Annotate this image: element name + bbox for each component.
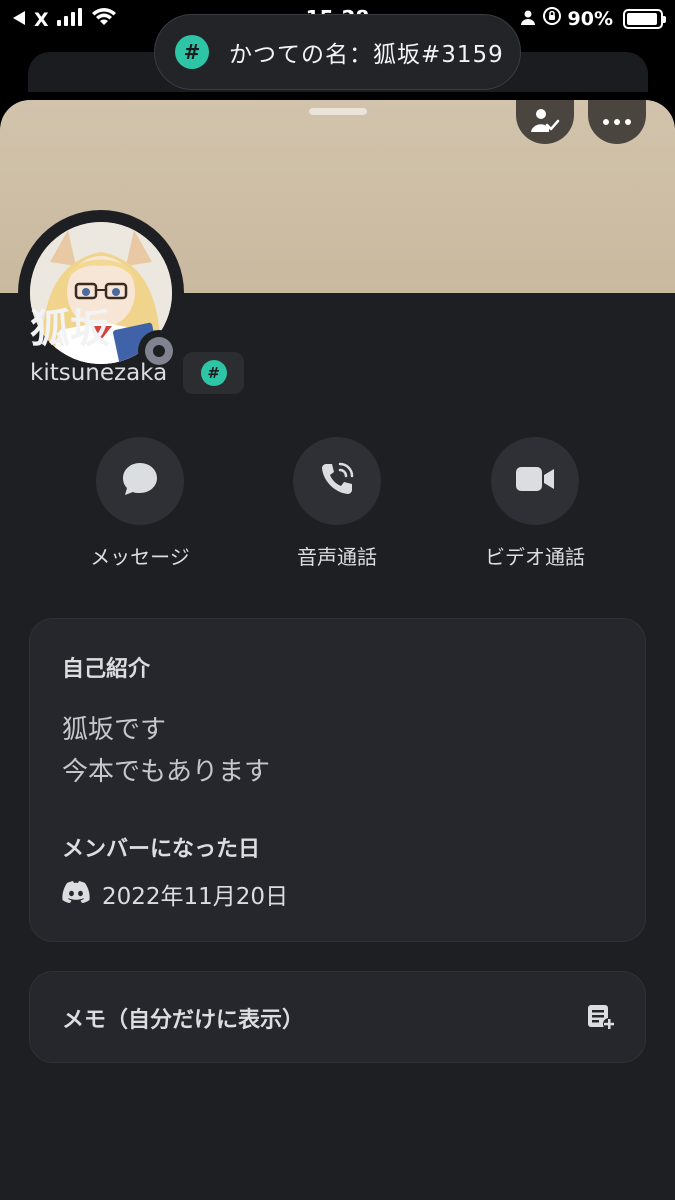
- video-camera-icon: [514, 464, 556, 498]
- legacy-tag-badge[interactable]: #: [183, 352, 245, 394]
- note-label: メモ（自分だけに表示）: [62, 1008, 305, 1033]
- message-button-circle[interactable]: [96, 437, 184, 525]
- action-buttons: メッセージ 音声通話 ビデオ通話: [0, 437, 675, 577]
- previous-name-toast[interactable]: # かつての名：狐坂#3159: [154, 14, 521, 90]
- battery-icon: [623, 8, 666, 29]
- friend-check-icon: [530, 107, 560, 137]
- about-me-line: 狐坂です: [62, 715, 167, 745]
- hash-badge-icon: #: [175, 35, 209, 69]
- video-call-button[interactable]: ビデオ通話: [445, 437, 625, 570]
- voice-call-button-circle[interactable]: [293, 437, 381, 525]
- discord-logo-icon: [62, 881, 90, 907]
- about-me-card: 自己紹介 狐坂です 今本でもあります メンバーになった日 2022年11月20日: [29, 618, 646, 942]
- phone-icon: [318, 460, 356, 502]
- toast-text: かつての名：狐坂#3159: [229, 42, 504, 68]
- display-name: 狐坂: [30, 306, 110, 352]
- about-me-line: 今本でもあります: [62, 757, 271, 787]
- member-since-title: メンバーになった日: [62, 837, 261, 862]
- person-icon: [520, 8, 536, 30]
- status-right: 90%: [520, 6, 666, 31]
- member-since-date: 2022年11月20日: [102, 884, 289, 910]
- more-dots-icon: [603, 119, 631, 125]
- orientation-lock-icon: [542, 6, 562, 31]
- voice-call-button[interactable]: 音声通話: [247, 437, 427, 570]
- chat-bubble-icon: [121, 461, 159, 501]
- message-button[interactable]: メッセージ: [50, 437, 230, 570]
- about-me-title: 自己紹介: [62, 657, 151, 682]
- sheet-grabber[interactable]: [309, 108, 367, 115]
- about-me-text: 狐坂です 今本でもあります: [62, 709, 270, 793]
- member-since-row: 2022年11月20日: [62, 877, 288, 911]
- message-label: メッセージ: [90, 545, 190, 569]
- voice-call-label: 音声通話: [297, 545, 377, 569]
- battery-percent: 90%: [567, 7, 613, 30]
- video-call-button-circle[interactable]: [491, 437, 579, 525]
- username-row: kitsunezaka #: [30, 352, 245, 394]
- hash-icon: #: [200, 360, 227, 386]
- note-card[interactable]: メモ（自分だけに表示）: [29, 971, 646, 1063]
- video-call-label: ビデオ通話: [485, 545, 585, 569]
- username: kitsunezaka: [30, 360, 168, 386]
- add-note-icon[interactable]: [587, 1004, 615, 1034]
